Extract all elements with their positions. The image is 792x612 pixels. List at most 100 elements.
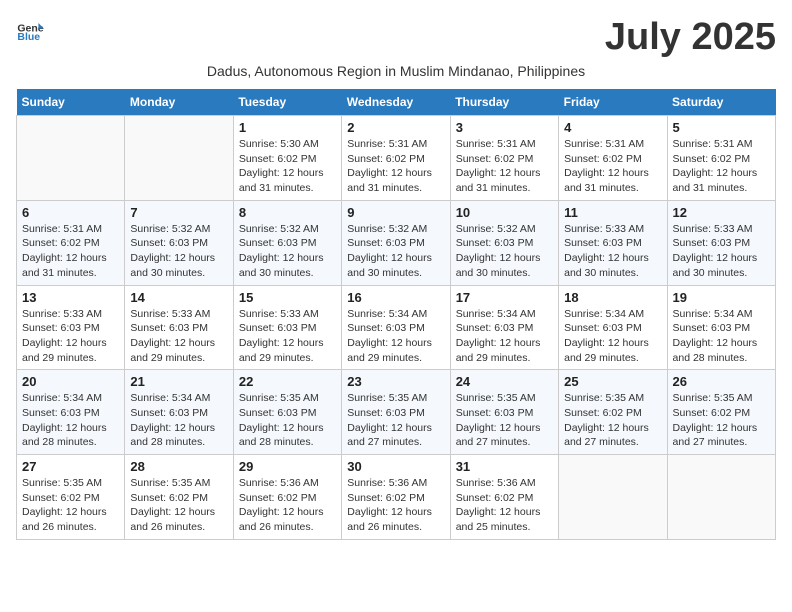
day-info: Sunrise: 5:33 AMSunset: 6:03 PMDaylight:… [564,222,661,281]
day-info: Sunrise: 5:33 AMSunset: 6:03 PMDaylight:… [673,222,770,281]
calendar-cell: 31 Sunrise: 5:36 AMSunset: 6:02 PMDayligh… [450,455,558,540]
calendar-cell: 22 Sunrise: 5:35 AMSunset: 6:03 PMDayligh… [233,370,341,455]
day-number: 7 [130,205,227,220]
calendar-cell: 20 Sunrise: 5:34 AMSunset: 6:03 PMDayligh… [17,370,125,455]
calendar-cell: 11 Sunrise: 5:33 AMSunset: 6:03 PMDayligh… [559,200,667,285]
calendar-cell: 3 Sunrise: 5:31 AMSunset: 6:02 PMDaylight… [450,116,558,201]
calendar-cell [17,116,125,201]
calendar-cell [125,116,233,201]
day-info: Sunrise: 5:35 AMSunset: 6:02 PMDaylight:… [22,476,119,535]
day-number: 28 [130,459,227,474]
day-info: Sunrise: 5:35 AMSunset: 6:03 PMDaylight:… [456,391,553,450]
calendar-table: SundayMondayTuesdayWednesdayThursdayFrid… [16,89,776,540]
calendar-cell: 26 Sunrise: 5:35 AMSunset: 6:02 PMDayligh… [667,370,775,455]
calendar-week-2: 6 Sunrise: 5:31 AMSunset: 6:02 PMDaylight… [17,200,776,285]
calendar-cell: 21 Sunrise: 5:34 AMSunset: 6:03 PMDayligh… [125,370,233,455]
calendar-week-3: 13Sunrise: 5:33 AMSunset: 6:03 PMDayligh… [17,285,776,370]
calendar-cell: 9 Sunrise: 5:32 AMSunset: 6:03 PMDaylight… [342,200,450,285]
calendar-cell [667,455,775,540]
day-number: 12 [673,205,770,220]
day-number: 3 [456,120,553,135]
calendar-cell: 25 Sunrise: 5:35 AMSunset: 6:02 PMDayligh… [559,370,667,455]
calendar-cell: 16Sunrise: 5:34 AMSunset: 6:03 PMDayligh… [342,285,450,370]
day-number: 17 [456,290,553,305]
month-title: July 2025 [605,16,776,59]
day-info: Sunrise: 5:33 AMSunset: 6:03 PMDaylight:… [239,307,336,366]
calendar-cell: 4 Sunrise: 5:31 AMSunset: 6:02 PMDaylight… [559,116,667,201]
day-number: 24 [456,374,553,389]
calendar-week-5: 27Sunrise: 5:35 AMSunset: 6:02 PMDayligh… [17,455,776,540]
day-info: Sunrise: 5:33 AMSunset: 6:03 PMDaylight:… [130,307,227,366]
day-info: Sunrise: 5:34 AMSunset: 6:03 PMDaylight:… [673,307,770,366]
logo: General Blue [16,16,44,44]
calendar-cell: 18Sunrise: 5:34 AMSunset: 6:03 PMDayligh… [559,285,667,370]
day-info: Sunrise: 5:36 AMSunset: 6:02 PMDaylight:… [347,476,444,535]
calendar-cell: 8Sunrise: 5:32 AMSunset: 6:03 PMDaylight… [233,200,341,285]
calendar-week-4: 20 Sunrise: 5:34 AMSunset: 6:03 PMDayligh… [17,370,776,455]
day-info: Sunrise: 5:31 AMSunset: 6:02 PMDaylight:… [456,137,553,196]
day-info: Sunrise: 5:30 AMSunset: 6:02 PMDaylight:… [239,137,336,196]
day-info: Sunrise: 5:31 AMSunset: 6:02 PMDaylight:… [564,137,661,196]
subtitle: Dadus, Autonomous Region in Muslim Minda… [16,63,776,79]
calendar-cell: 23 Sunrise: 5:35 AMSunset: 6:03 PMDayligh… [342,370,450,455]
day-number: 22 [239,374,336,389]
day-info: Sunrise: 5:34 AMSunset: 6:03 PMDaylight:… [22,391,119,450]
weekday-header-tuesday: Tuesday [233,89,341,116]
day-info: Sunrise: 5:31 AMSunset: 6:02 PMDaylight:… [673,137,770,196]
day-number: 10 [456,205,553,220]
weekday-header-thursday: Thursday [450,89,558,116]
day-number: 29 [239,459,336,474]
weekday-header-saturday: Saturday [667,89,775,116]
calendar-week-1: 1 Sunrise: 5:30 AMSunset: 6:02 PMDaylight… [17,116,776,201]
day-info: Sunrise: 5:32 AMSunset: 6:03 PMDaylight:… [456,222,553,281]
calendar-cell: 12 Sunrise: 5:33 AMSunset: 6:03 PMDayligh… [667,200,775,285]
calendar-cell: 24 Sunrise: 5:35 AMSunset: 6:03 PMDayligh… [450,370,558,455]
day-number: 14 [130,290,227,305]
calendar-cell: 10 Sunrise: 5:32 AMSunset: 6:03 PMDayligh… [450,200,558,285]
calendar-cell: 19 Sunrise: 5:34 AMSunset: 6:03 PMDayligh… [667,285,775,370]
day-number: 30 [347,459,444,474]
day-info: Sunrise: 5:34 AMSunset: 6:03 PMDaylight:… [456,307,553,366]
logo-icon: General Blue [16,16,44,44]
calendar-cell: 28 Sunrise: 5:35 AMSunset: 6:02 PMDayligh… [125,455,233,540]
calendar-cell: 7 Sunrise: 5:32 AMSunset: 6:03 PMDaylight… [125,200,233,285]
day-info: Sunrise: 5:34 AMSunset: 6:03 PMDaylight:… [130,391,227,450]
day-number: 25 [564,374,661,389]
day-info: Sunrise: 5:32 AMSunset: 6:03 PMDaylight:… [130,222,227,281]
calendar-cell [559,455,667,540]
calendar-cell: 2Sunrise: 5:31 AMSunset: 6:02 PMDaylight… [342,116,450,201]
calendar-cell: 14 Sunrise: 5:33 AMSunset: 6:03 PMDayligh… [125,285,233,370]
day-number: 6 [22,205,119,220]
day-info: Sunrise: 5:35 AMSunset: 6:03 PMDaylight:… [347,391,444,450]
day-info: Sunrise: 5:32 AMSunset: 6:03 PMDaylight:… [347,222,444,281]
day-info: Sunrise: 5:36 AMSunset: 6:02 PMDaylight:… [456,476,553,535]
day-number: 19 [673,290,770,305]
calendar-cell: 13Sunrise: 5:33 AMSunset: 6:03 PMDayligh… [17,285,125,370]
day-number: 18 [564,290,661,305]
day-info: Sunrise: 5:31 AMSunset: 6:02 PMDaylight:… [347,137,444,196]
calendar-cell: 1 Sunrise: 5:30 AMSunset: 6:02 PMDaylight… [233,116,341,201]
day-number: 1 [239,120,336,135]
calendar-cell: 6 Sunrise: 5:31 AMSunset: 6:02 PMDaylight… [17,200,125,285]
weekday-header-friday: Friday [559,89,667,116]
day-info: Sunrise: 5:34 AMSunset: 6:03 PMDaylight:… [347,307,444,366]
day-info: Sunrise: 5:36 AMSunset: 6:02 PMDaylight:… [239,476,336,535]
weekday-header-sunday: Sunday [17,89,125,116]
day-info: Sunrise: 5:35 AMSunset: 6:03 PMDaylight:… [239,391,336,450]
day-number: 4 [564,120,661,135]
day-number: 23 [347,374,444,389]
day-info: Sunrise: 5:33 AMSunset: 6:03 PMDaylight:… [22,307,119,366]
day-info: Sunrise: 5:31 AMSunset: 6:02 PMDaylight:… [22,222,119,281]
day-number: 20 [22,374,119,389]
day-info: Sunrise: 5:35 AMSunset: 6:02 PMDaylight:… [130,476,227,535]
day-number: 21 [130,374,227,389]
day-info: Sunrise: 5:35 AMSunset: 6:02 PMDaylight:… [564,391,661,450]
day-info: Sunrise: 5:35 AMSunset: 6:02 PMDaylight:… [673,391,770,450]
day-number: 15 [239,290,336,305]
day-number: 26 [673,374,770,389]
day-number: 9 [347,205,444,220]
day-number: 31 [456,459,553,474]
day-info: Sunrise: 5:32 AMSunset: 6:03 PMDaylight:… [239,222,336,281]
calendar-cell: 17 Sunrise: 5:34 AMSunset: 6:03 PMDayligh… [450,285,558,370]
day-number: 11 [564,205,661,220]
